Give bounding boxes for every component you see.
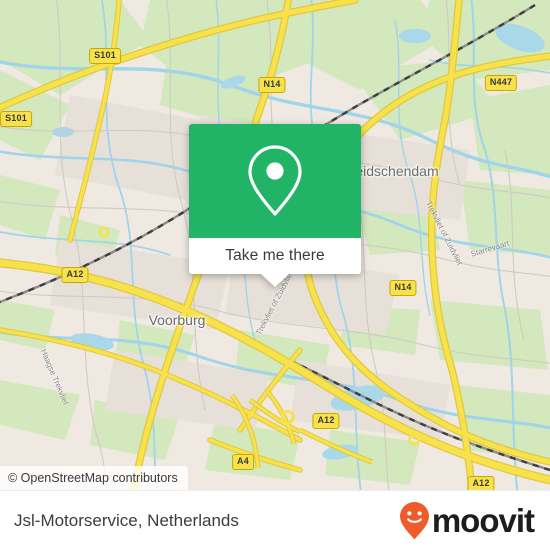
take-me-there-label: Take me there — [225, 247, 325, 264]
moovit-wordmark: moovit — [431, 502, 535, 539]
map-place-label-voorburg: Voorburg — [148, 312, 206, 328]
moovit-smiley-pin-icon — [399, 501, 429, 539]
moovit-logo[interactable]: moovit — [399, 501, 535, 541]
footer-bar: Jsl-Motorservice, Netherlands moovit — [0, 490, 550, 550]
road-shield: N14 — [258, 77, 286, 93]
road-shield: A12 — [61, 267, 89, 283]
road-shield: N447 — [484, 75, 518, 91]
road-shield: S101 — [0, 111, 32, 127]
road-shield: A12 — [312, 413, 340, 429]
map-pin-icon — [248, 145, 302, 216]
road-shield: A4 — [232, 454, 254, 470]
road-shield: N14 — [389, 280, 417, 296]
callout-action-bar[interactable]: Take me there — [189, 238, 361, 274]
callout-pin-area — [189, 124, 361, 238]
location-title: Jsl-Motorservice, Netherlands — [14, 510, 239, 530]
moovit-location-share-card: S101 S101 N14 N447 A12 N14 A12 A4 A12 ei… — [0, 0, 550, 550]
map-attribution[interactable]: © OpenStreetMap contributors — [0, 466, 188, 490]
take-me-there-callout[interactable]: Take me there — [189, 124, 361, 287]
callout-pointer-tail — [261, 274, 289, 287]
road-shield: S101 — [89, 48, 121, 64]
road-shield: A12 — [467, 476, 495, 490]
map-place-label-leidschendam: eidschendam — [355, 163, 439, 179]
